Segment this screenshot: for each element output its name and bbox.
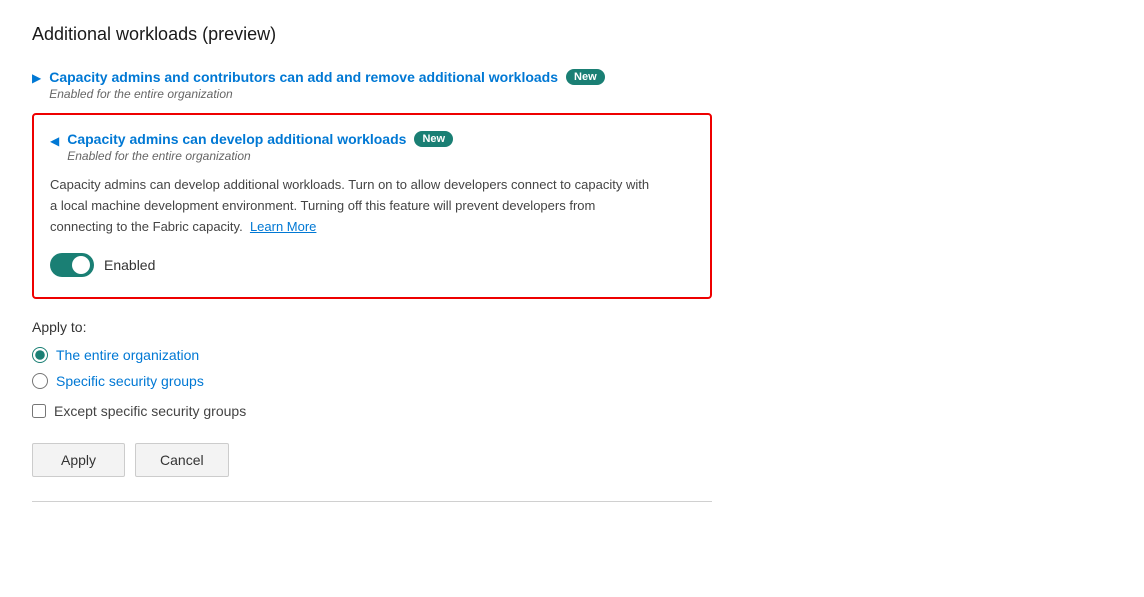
radio-label-entire: The entire organization [56, 347, 199, 363]
expanded-header[interactable]: ◀ Capacity admins can develop additional… [50, 131, 694, 163]
expanded-section: ◀ Capacity admins can develop additional… [32, 113, 712, 299]
learn-more-link[interactable]: Learn More [250, 219, 316, 234]
workload-item-first-title-row: Capacity admins and contributors can add… [49, 69, 604, 85]
apply-button[interactable]: Apply [32, 443, 125, 477]
workload-item-first-badge: New [566, 69, 605, 85]
toggle-label: Enabled [104, 257, 155, 273]
workload-item-first-subtitle: Enabled for the entire organization [49, 87, 604, 101]
radio-group: The entire organization Specific securit… [32, 347, 1112, 389]
workload-item-first-content: Capacity admins and contributors can add… [49, 69, 604, 101]
enabled-toggle[interactable] [50, 253, 94, 277]
button-row: Apply Cancel [32, 443, 1112, 477]
workload-item-first[interactable]: ▶ Capacity admins and contributors can a… [32, 65, 1112, 105]
expanded-description: Capacity admins can develop additional w… [50, 175, 650, 237]
radio-input-entire[interactable] [32, 347, 48, 363]
except-checkbox-label: Except specific security groups [54, 403, 246, 419]
expanded-header-content: Capacity admins can develop additional w… [67, 131, 453, 163]
section-divider [32, 501, 712, 502]
page-title: Additional workloads (preview) [32, 24, 1112, 45]
radio-input-specific[interactable] [32, 373, 48, 389]
cancel-button[interactable]: Cancel [135, 443, 229, 477]
expanded-subtitle: Enabled for the entire organization [67, 149, 453, 163]
except-checkbox-item[interactable]: Except specific security groups [32, 403, 1112, 419]
expanded-title-row: Capacity admins can develop additional w… [67, 131, 453, 147]
apply-to-title: Apply to: [32, 319, 1112, 335]
apply-to-section: Apply to: The entire organization Specif… [32, 319, 1112, 419]
chevron-right-icon: ▶ [32, 71, 41, 85]
radio-item-entire[interactable]: The entire organization [32, 347, 1112, 363]
expanded-description-text: Capacity admins can develop additional w… [50, 177, 649, 234]
chevron-down-icon: ◀ [50, 134, 59, 148]
workload-item-first-title: Capacity admins and contributors can add… [49, 69, 558, 85]
radio-label-specific: Specific security groups [56, 373, 204, 389]
expanded-title: Capacity admins can develop additional w… [67, 131, 406, 147]
expanded-badge: New [414, 131, 453, 147]
except-checkbox-input[interactable] [32, 404, 46, 418]
radio-item-specific[interactable]: Specific security groups [32, 373, 1112, 389]
toggle-row: Enabled [50, 253, 694, 277]
toggle-slider [50, 253, 94, 277]
